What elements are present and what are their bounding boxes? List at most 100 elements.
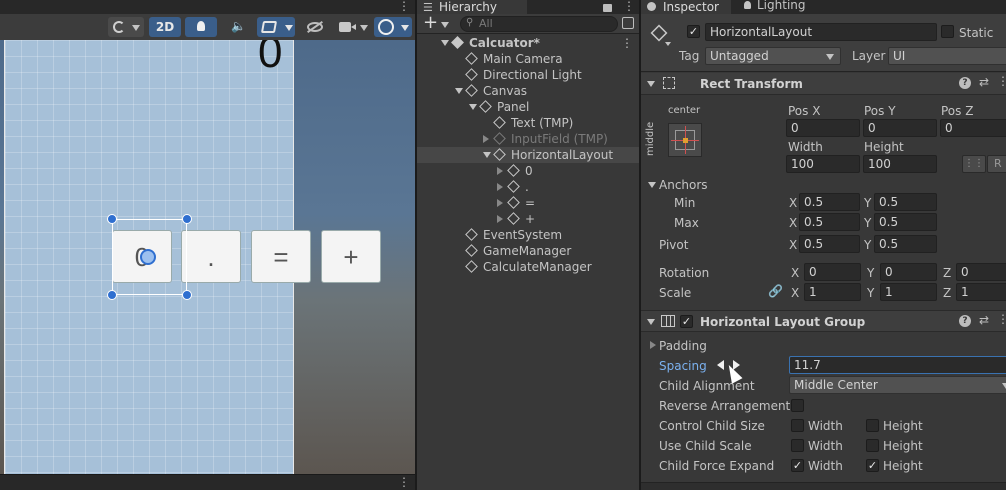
rect-handle-tl[interactable] bbox=[107, 214, 117, 224]
gizmos-button[interactable] bbox=[374, 17, 412, 37]
create-button[interactable]: + bbox=[421, 12, 457, 33]
control-height-checkbox[interactable] bbox=[866, 419, 879, 432]
width-field[interactable]: 100 bbox=[786, 155, 860, 173]
control-width-checkbox[interactable] bbox=[791, 419, 804, 432]
max-x-field[interactable]: 0.5 bbox=[799, 213, 860, 231]
lighting-toggle-button[interactable] bbox=[185, 17, 217, 37]
posy-field[interactable]: 0 bbox=[863, 119, 937, 137]
tag-dropdown[interactable]: Untagged bbox=[705, 47, 841, 65]
2d-toggle-button[interactable]: 2D bbox=[149, 17, 181, 37]
hierarchy-row[interactable]: . bbox=[417, 179, 639, 195]
presets-icon[interactable]: ⇄ bbox=[979, 313, 989, 327]
tab-lighting[interactable]: Lighting bbox=[737, 0, 827, 14]
active-checkbox[interactable]: ✓ bbox=[687, 25, 700, 38]
spacing-field[interactable]: 11.7 bbox=[789, 356, 1006, 374]
foldout-expanded-icon[interactable] bbox=[441, 40, 449, 46]
presets-icon[interactable]: ⇄ bbox=[979, 75, 989, 89]
hlg-enabled-checkbox[interactable]: ✓ bbox=[680, 315, 693, 328]
foldout-collapsed-icon[interactable] bbox=[497, 167, 503, 175]
anchor-presets-button[interactable] bbox=[668, 123, 702, 157]
hierarchy-row[interactable]: Main Camera bbox=[417, 51, 639, 67]
foldout-collapsed-icon[interactable] bbox=[497, 215, 503, 223]
expand-height-checkbox[interactable]: ✓ bbox=[866, 459, 879, 472]
hierarchy-row[interactable]: Directional Light bbox=[417, 67, 639, 83]
scene-more-icon[interactable]: ⋮ bbox=[621, 35, 633, 51]
constrain-proportions-icon[interactable]: 🔗 bbox=[768, 284, 783, 298]
layer-dropdown[interactable]: UI bbox=[888, 47, 1006, 65]
max-y-field[interactable]: 0.5 bbox=[874, 213, 937, 231]
camera-settings-button[interactable] bbox=[335, 17, 371, 37]
posx-field[interactable]: 0 bbox=[786, 119, 860, 137]
more-options-icon[interactable]: ⋮ bbox=[398, 475, 410, 489]
audio-toggle-button[interactable]: 🔈 bbox=[221, 17, 253, 37]
hierarchy-row[interactable]: EventSystem bbox=[417, 227, 639, 243]
foldout-expanded-icon[interactable] bbox=[469, 104, 477, 110]
foldout-collapsed-icon[interactable] bbox=[483, 135, 489, 143]
raw-edit-button[interactable]: R bbox=[987, 155, 1006, 173]
pivot-x-field[interactable]: 0.5 bbox=[799, 235, 860, 253]
padding-foldout-icon[interactable] bbox=[650, 341, 656, 349]
visibility-toggle-button[interactable] bbox=[299, 17, 331, 37]
anchors-foldout-icon[interactable] bbox=[648, 182, 656, 188]
hierarchy-row[interactable]: Calcuator* ⋮ bbox=[417, 35, 639, 51]
hierarchy-search-input[interactable]: ⚲ All bbox=[460, 16, 618, 32]
hierarchy-item-label: Canvas bbox=[483, 84, 528, 98]
audio-mute-icon: 🔈 bbox=[231, 19, 246, 33]
hierarchy-row[interactable]: = bbox=[417, 195, 639, 211]
scale-width-checkbox[interactable] bbox=[791, 439, 804, 452]
hierarchy-row[interactable]: Text (TMP) bbox=[417, 115, 639, 131]
scale-x-field[interactable]: 1 bbox=[804, 283, 861, 301]
posz-field[interactable]: 0 bbox=[940, 119, 1006, 137]
hierarchy-row[interactable]: Canvas bbox=[417, 83, 639, 99]
component-more-icon[interactable]: ⋮ bbox=[997, 74, 1006, 88]
scale-y-field[interactable]: 1 bbox=[880, 283, 937, 301]
scene-more-options-icon[interactable]: ⋮ bbox=[398, 0, 410, 13]
scene-visibility-icon[interactable] bbox=[622, 17, 634, 29]
foldout-collapsed-icon[interactable] bbox=[497, 199, 503, 207]
rect-transform-header[interactable]: Rect Transform ? ⇄ ⋮ bbox=[641, 73, 1006, 95]
foldout-expanded-icon[interactable] bbox=[455, 88, 463, 94]
hierarchy-row[interactable]: Panel bbox=[417, 99, 639, 115]
help-icon[interactable]: ? bbox=[959, 77, 971, 89]
hierarchy-row[interactable]: 0 bbox=[417, 163, 639, 179]
foldout-expanded-icon[interactable] bbox=[483, 152, 491, 158]
reverse-arrangement-checkbox[interactable] bbox=[791, 399, 804, 412]
hierarchy-more-icon[interactable]: ⋮ bbox=[623, 0, 635, 13]
component-more-icon[interactable]: ⋮ bbox=[997, 312, 1006, 326]
scene-view[interactable]: 2D 🔈 0 0 bbox=[0, 0, 415, 490]
calc-button-dot[interactable]: . bbox=[181, 230, 241, 283]
effects-button[interactable] bbox=[257, 17, 295, 37]
hierarchy-row-selected[interactable]: HorizontalLayout bbox=[417, 147, 639, 163]
hierarchy-row[interactable]: + bbox=[417, 211, 639, 227]
calc-button-plus[interactable]: + bbox=[321, 230, 381, 283]
rect-handle-br[interactable] bbox=[182, 290, 192, 300]
calc-button-equals[interactable]: = bbox=[251, 230, 311, 283]
scale-height-checkbox[interactable] bbox=[866, 439, 879, 452]
height-field[interactable]: 100 bbox=[863, 155, 937, 173]
pivot-y-field[interactable]: 0.5 bbox=[874, 235, 937, 253]
static-checkbox[interactable] bbox=[941, 25, 954, 38]
hierarchy-row[interactable]: CalculateManager bbox=[417, 259, 639, 275]
help-icon[interactable]: ? bbox=[959, 315, 971, 327]
hierarchy-row[interactable]: InputField (TMP) bbox=[417, 131, 639, 147]
tab-inspector[interactable]: Inspector bbox=[641, 0, 731, 14]
rot-z-field[interactable]: 0 bbox=[956, 263, 1006, 281]
object-name-field[interactable]: HorizontalLayout bbox=[705, 23, 937, 41]
hlg-header[interactable]: ✓ Horizontal Layout Group ? ⇄ ⋮ bbox=[641, 310, 1006, 332]
shading-mode-button[interactable] bbox=[108, 17, 144, 37]
lock-icon[interactable] bbox=[603, 4, 612, 12]
lightbulb-icon bbox=[197, 21, 205, 31]
foldout-collapsed-icon[interactable] bbox=[497, 183, 503, 191]
scene-canvas[interactable]: 0 0 . = + bbox=[0, 40, 415, 474]
child-alignment-dropdown[interactable]: Middle Center bbox=[789, 376, 1006, 394]
rect-handle-tr[interactable] bbox=[182, 214, 192, 224]
rot-x-field[interactable]: 0 bbox=[804, 263, 861, 281]
expand-width-checkbox[interactable]: ✓ bbox=[791, 459, 804, 472]
hierarchy-row[interactable]: GameManager bbox=[417, 243, 639, 259]
rect-handle-bl[interactable] bbox=[107, 290, 117, 300]
min-y-field[interactable]: 0.5 bbox=[874, 193, 937, 211]
scale-z-field[interactable]: 1 bbox=[956, 283, 1006, 301]
rot-y-field[interactable]: 0 bbox=[880, 263, 937, 281]
blueprint-mode-button[interactable]: ⋮⋮ bbox=[962, 155, 986, 173]
min-x-field[interactable]: 0.5 bbox=[799, 193, 860, 211]
